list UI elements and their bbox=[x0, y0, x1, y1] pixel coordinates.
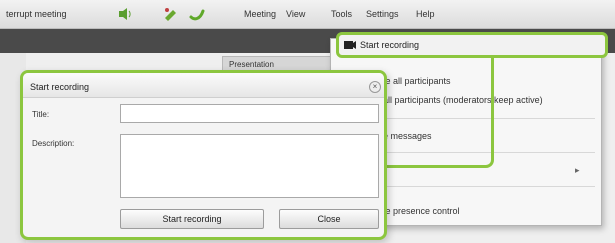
title-label: Title: bbox=[32, 110, 50, 119]
tab-presentation[interactable]: Presentation bbox=[222, 56, 332, 70]
callout-connector bbox=[382, 58, 494, 168]
menu-meeting[interactable]: Meeting bbox=[244, 9, 276, 19]
dialog-title: Start recording bbox=[30, 82, 90, 92]
close-icon[interactable]: × bbox=[369, 81, 381, 93]
hangup-icon[interactable] bbox=[186, 3, 208, 25]
menu-view[interactable]: View bbox=[286, 9, 305, 19]
close-button[interactable]: Close bbox=[279, 209, 379, 229]
menu-settings[interactable]: Settings bbox=[366, 9, 399, 19]
start-recording-label: Start recording bbox=[360, 40, 420, 50]
app-title: terrupt meeting bbox=[6, 9, 67, 19]
start-recording-dialog: Start recording × Title: Description: St… bbox=[20, 70, 387, 240]
speaker-icon[interactable] bbox=[114, 3, 136, 25]
menu-bar: terrupt meeting Meeting View Tools Setti… bbox=[0, 0, 615, 29]
start-recording-button[interactable]: Start recording bbox=[120, 209, 264, 229]
menu-help[interactable]: Help bbox=[416, 9, 435, 19]
toolbar bbox=[114, 3, 227, 25]
menu-tools[interactable]: Tools bbox=[331, 9, 352, 19]
description-input[interactable] bbox=[120, 134, 379, 198]
description-label: Description: bbox=[32, 139, 75, 148]
submenu-arrow-icon: ▸ bbox=[575, 165, 580, 175]
dialog-titlebar: Start recording × bbox=[23, 73, 384, 98]
title-input[interactable] bbox=[120, 104, 379, 123]
dropdown-item-presence-control[interactable]: te presence control bbox=[383, 206, 460, 216]
phone-icon[interactable] bbox=[160, 3, 182, 25]
recording-icon bbox=[344, 41, 356, 49]
